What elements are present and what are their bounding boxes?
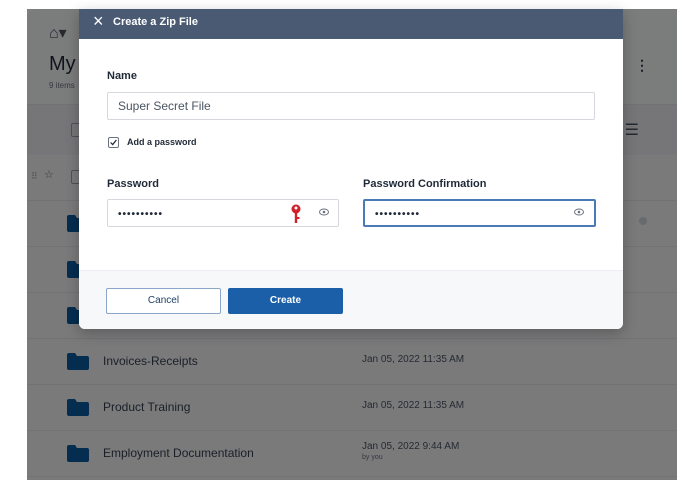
check-icon: [110, 139, 117, 146]
dialog-header: × Create a Zip File: [79, 9, 623, 39]
cancel-button[interactable]: Cancel: [106, 288, 221, 314]
password-label: Password: [107, 178, 159, 190]
eye-icon[interactable]: [319, 208, 329, 216]
password-confirmation-input[interactable]: ••••••••••: [363, 199, 596, 227]
name-input[interactable]: Super Secret File: [107, 92, 595, 120]
eye-icon[interactable]: [574, 208, 584, 216]
dialog-footer: Cancel Create: [79, 270, 623, 329]
password-input[interactable]: ••••••••••: [107, 199, 339, 227]
dialog-title: Create a Zip File: [113, 16, 198, 28]
name-label: Name: [107, 70, 137, 82]
password-manager-key-icon[interactable]: [290, 203, 302, 225]
password-confirmation-value: ••••••••••: [375, 209, 421, 220]
close-icon[interactable]: ×: [93, 11, 104, 31]
create-button[interactable]: Create: [228, 288, 343, 314]
password-confirmation-label: Password Confirmation: [363, 178, 487, 190]
add-password-checkbox[interactable]: [108, 137, 119, 148]
create-zip-dialog: × Create a Zip File Name Super Secret Fi…: [79, 9, 623, 329]
password-value: ••••••••••: [118, 209, 164, 220]
add-password-label: Add a password: [127, 137, 197, 147]
